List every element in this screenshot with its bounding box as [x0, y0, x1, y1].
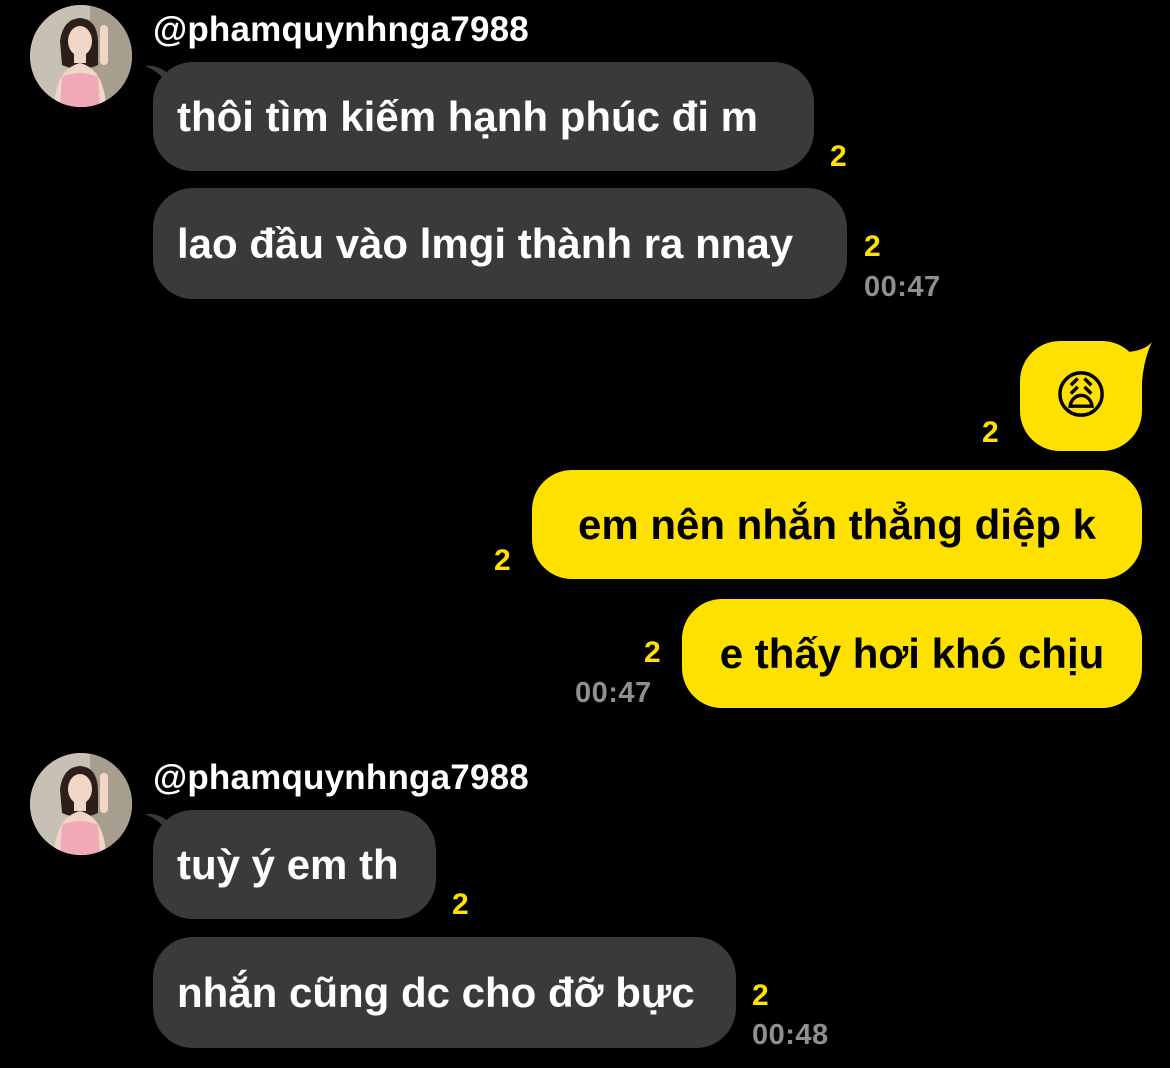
- message-timestamp: 00:48: [752, 1019, 829, 1051]
- sender-username[interactable]: @phamquynhnga7988: [153, 10, 529, 50]
- read-count: 2: [752, 979, 769, 1012]
- message-text: lao đầu vào lmgi thành ra nnay: [177, 219, 794, 267]
- read-count: 2: [864, 230, 881, 263]
- message-bubble-incoming[interactable]: nhắn cũng dc cho đỡ bực: [153, 937, 736, 1048]
- sender-avatar[interactable]: [30, 753, 132, 855]
- sender-username[interactable]: @phamquynhnga7988: [153, 758, 529, 798]
- message-bubble-incoming[interactable]: thôi tìm kiếm hạnh phúc đi m: [153, 62, 814, 171]
- message-timestamp: 00:47: [575, 677, 652, 709]
- read-count: 2: [452, 888, 469, 921]
- message-text: nhắn cũng dc cho đỡ bực: [177, 968, 695, 1016]
- weary-face-emoji-icon: 😩: [1053, 367, 1109, 425]
- read-count: 2: [494, 544, 511, 577]
- chat-thread[interactable]: @phamquynhnga7988 thôi tìm kiếm hạnh phú…: [0, 0, 1170, 1068]
- message-bubble-outgoing[interactable]: e thấy hơi khó chịu: [682, 599, 1142, 708]
- message-text: e thấy hơi khó chịu: [719, 629, 1105, 677]
- sender-avatar[interactable]: [30, 5, 132, 107]
- message-bubble-incoming[interactable]: tuỳ ý em th: [153, 810, 436, 919]
- message-text: em nên nhắn thẳng diệp k: [577, 500, 1097, 548]
- message-text: tuỳ ý em th: [177, 840, 399, 888]
- read-count: 2: [982, 416, 999, 449]
- message-bubble-outgoing[interactable]: 😩: [1020, 341, 1142, 451]
- message-timestamp: 00:47: [864, 271, 941, 303]
- message-text: thôi tìm kiếm hạnh phúc đi m: [177, 92, 759, 140]
- message-bubble-outgoing[interactable]: em nên nhắn thẳng diệp k: [532, 470, 1142, 579]
- read-count: 2: [830, 140, 847, 173]
- read-count: 2: [644, 636, 661, 669]
- message-bubble-incoming[interactable]: lao đầu vào lmgi thành ra nnay: [153, 188, 847, 299]
